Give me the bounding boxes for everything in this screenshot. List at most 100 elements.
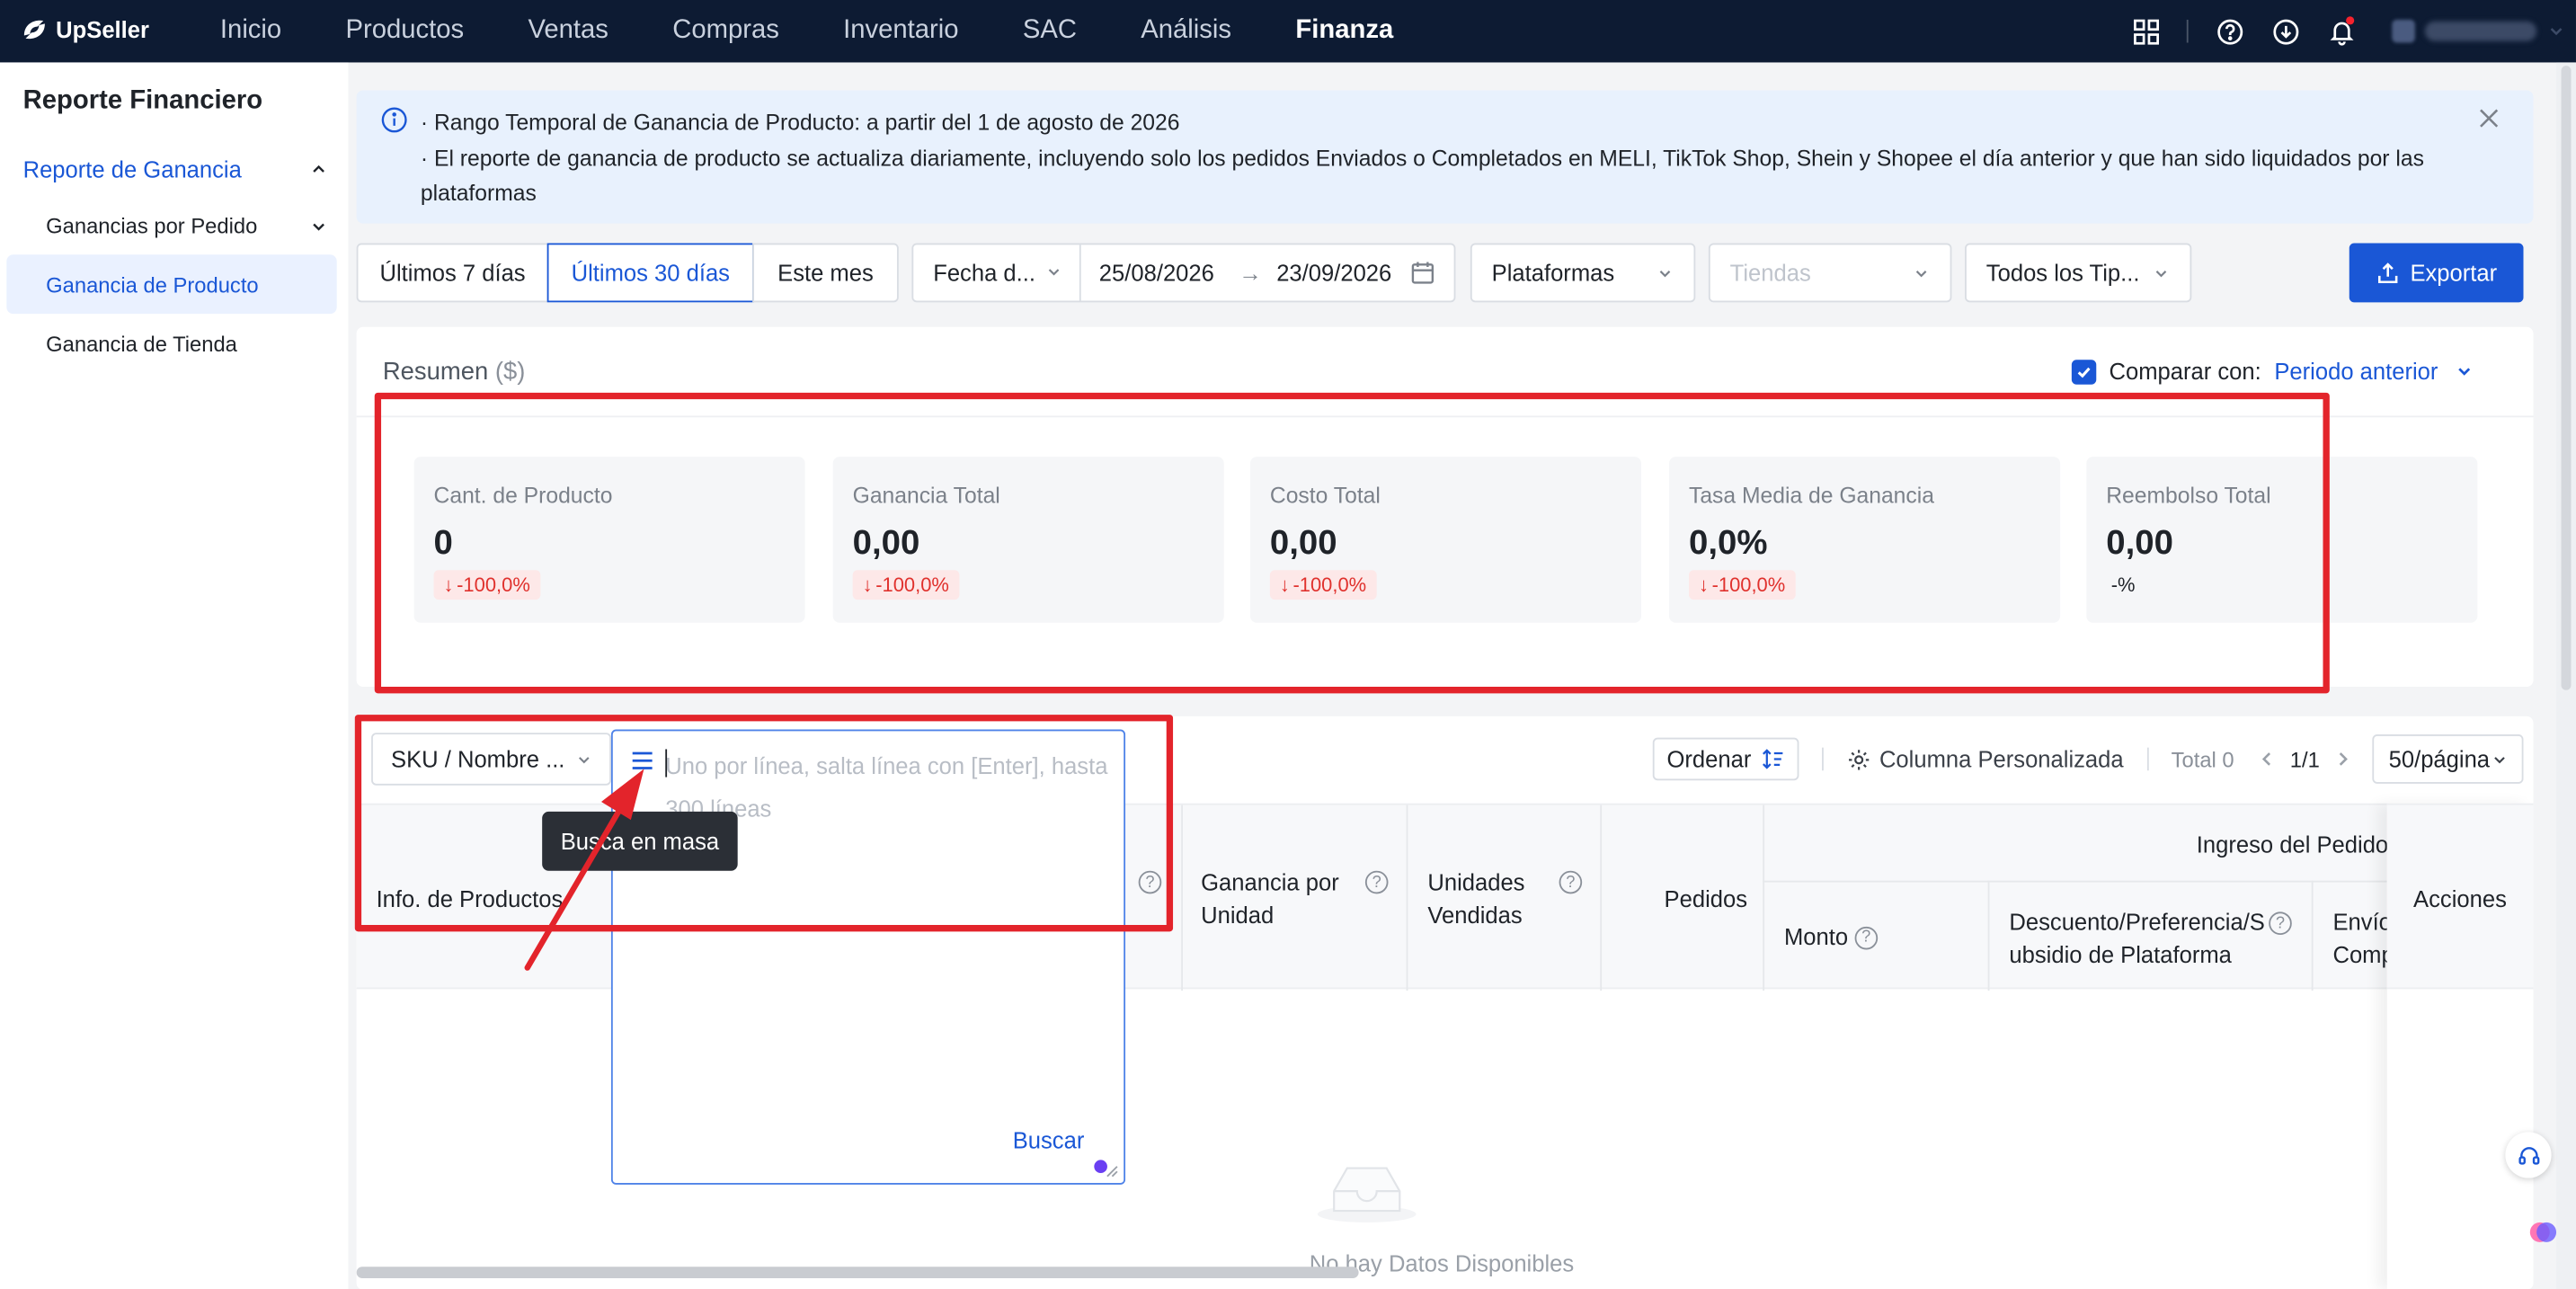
- nav-inventario[interactable]: Inventario: [843, 16, 958, 46]
- stat-change-badge: ↓ -100,0%: [1269, 570, 1377, 600]
- divider: [356, 415, 2534, 418]
- upseller-logo-icon: [23, 20, 45, 40]
- chevron-down-icon: [1659, 271, 1671, 278]
- compare-period-label: Periodo anterior: [2274, 358, 2438, 385]
- ai-assistant-icon: [2529, 1222, 2557, 1242]
- nav-analisis[interactable]: Análisis: [1141, 16, 1231, 46]
- page-scrollbar-thumb[interactable]: [2561, 66, 2572, 690]
- range-this-month-button[interactable]: Este mes: [752, 243, 899, 303]
- user-menu[interactable]: [2379, 0, 2576, 62]
- chevron-left-icon[interactable]: [2257, 749, 2277, 769]
- username-blurred: [2424, 21, 2537, 41]
- search-field-select[interactable]: SKU / Nombre ...: [371, 733, 611, 786]
- help-circle-icon[interactable]: ?: [1854, 927, 1879, 951]
- stat-value: 0,00: [852, 524, 920, 563]
- platforms-select[interactable]: Plataformas: [1470, 243, 1696, 303]
- support-headset-button[interactable]: [2505, 1132, 2552, 1178]
- sidebar: Reporte Financiero Reporte de Ganancia G…: [0, 62, 349, 1289]
- stat-change-badge: -%: [2110, 573, 2136, 597]
- upseller-logo[interactable]: UpSeller: [20, 14, 149, 44]
- date-type-select[interactable]: Fecha d...: [913, 244, 1081, 301]
- close-icon[interactable]: [2477, 107, 2500, 130]
- column-divider: [1600, 805, 1603, 991]
- ai-assistant-button[interactable]: [2522, 1211, 2565, 1254]
- stores-select[interactable]: Tiendas: [1708, 243, 1952, 303]
- main-nav: Inicio Productos Ventas Compras Inventar…: [220, 0, 1458, 62]
- custom-columns-button[interactable]: Columna Personalizada: [1846, 746, 2124, 772]
- arrow-down-icon: ↓: [1279, 573, 1290, 597]
- sidebar-item-ganancia-producto[interactable]: Ganancia de Producto: [6, 254, 337, 315]
- info-icon: [381, 107, 407, 133]
- header-pedidos: Pedidos: [1664, 885, 1748, 912]
- column-divider: [1763, 805, 1765, 991]
- help-icon[interactable]: [2211, 13, 2247, 49]
- export-label: Exportar: [2410, 259, 2498, 287]
- date-range-segmented: Últimos 7 días Últimos 30 días Este mes: [356, 243, 899, 303]
- banner-line-1: · Rango Temporal de Ganancia de Producto…: [420, 110, 1180, 135]
- nav-compras[interactable]: Compras: [672, 16, 779, 46]
- sidebar-item-ganancias-pedido[interactable]: Ganancias por Pedido: [46, 214, 328, 238]
- stat-card-ganancia-total: Ganancia Total 0,00 ↓ -100,0%: [832, 457, 1224, 623]
- stat-label: Reembolso Total: [2106, 483, 2271, 508]
- stat-label: Tasa Media de Ganancia: [1688, 483, 1934, 508]
- chevron-down-icon: [1915, 271, 1927, 278]
- date-to-input[interactable]: 23/09/2026: [1276, 260, 1391, 286]
- headset-icon: [2518, 1146, 2539, 1164]
- chevron-down-icon: [578, 757, 590, 764]
- header-descuento: Descuento/Preferencia/Subsidio de Plataf…: [2009, 908, 2265, 968]
- nav-ventas[interactable]: Ventas: [528, 16, 608, 46]
- stat-card-reembolso-total: Reembolso Total 0,00 -%: [2086, 457, 2478, 623]
- nav-finanza[interactable]: Finanza: [1295, 16, 1393, 46]
- sidebar-group-reporte-ganancia[interactable]: Reporte de Ganancia: [23, 156, 329, 182]
- stat-card-costo-total: Costo Total 0,00 ↓ -100,0%: [1249, 457, 1641, 623]
- stat-change-value: -100,0%: [1711, 573, 1786, 597]
- help-circle-icon[interactable]: ?: [2269, 911, 2292, 936]
- stat-change-badge: ↓ -100,0%: [852, 570, 959, 600]
- compare-control: Comparar con: Periodo anterior: [2071, 358, 2474, 385]
- notification-dot: [2346, 16, 2355, 25]
- nav-inicio[interactable]: Inicio: [220, 16, 281, 46]
- empty-state: No hay Datos Disponibles: [1310, 1151, 1574, 1276]
- compare-period-select[interactable]: Periodo anterior: [2274, 358, 2474, 385]
- sort-label: Ordenar: [1666, 745, 1752, 773]
- horizontal-scrollbar[interactable]: [356, 1267, 1359, 1279]
- platforms-label: Plataformas: [1491, 259, 1615, 287]
- bell-icon[interactable]: [2323, 13, 2359, 49]
- help-circle-icon[interactable]: ?: [1364, 870, 1389, 894]
- stat-change-badge: ↓ -100,0%: [1688, 570, 1796, 600]
- download-icon[interactable]: [2267, 13, 2303, 49]
- stat-card-tasa-media: Tasa Media de Ganancia 0,0% ↓ -100,0%: [1669, 457, 2061, 623]
- range-7-days-button[interactable]: Últimos 7 días: [356, 243, 549, 303]
- chevron-down-icon: [2155, 271, 2167, 278]
- header-ganancia-unidad: Ganancia por Unidad: [1201, 868, 1339, 929]
- resize-handle-icon[interactable]: [1106, 1165, 1119, 1178]
- chevron-right-icon[interactable]: [2332, 749, 2352, 769]
- summary-unit: ($): [494, 358, 526, 387]
- nav-sac[interactable]: SAC: [1023, 16, 1077, 46]
- search-button[interactable]: Buscar: [1013, 1127, 1085, 1153]
- help-circle-icon[interactable]: ?: [1138, 870, 1162, 894]
- sidebar-item-ganancia-tienda[interactable]: Ganancia de Tienda: [6, 314, 336, 373]
- per-page-select[interactable]: 50/página: [2372, 734, 2524, 784]
- sidebar-item-label: Ganancia de Tienda: [46, 331, 237, 356]
- stat-value: 0,00: [1269, 524, 1337, 563]
- types-select[interactable]: Todos los Tip...: [1965, 243, 2192, 303]
- sort-button[interactable]: Ordenar: [1652, 737, 1799, 781]
- stat-value: 0: [433, 524, 453, 563]
- export-button[interactable]: Exportar: [2349, 243, 2524, 303]
- date-range-picker[interactable]: Fecha d... 25/08/2026 → 23/09/2026: [911, 243, 1456, 303]
- range-30-days-button[interactable]: Últimos 30 días: [546, 243, 754, 303]
- bulk-list-icon[interactable]: [629, 748, 655, 774]
- nav-productos[interactable]: Productos: [345, 16, 464, 46]
- column-divider: [1181, 805, 1184, 991]
- banner-line-2: · El reporte de ganancia de producto se …: [420, 145, 2424, 206]
- compare-checkbox[interactable]: [2071, 359, 2096, 384]
- chevron-down-icon: [2494, 757, 2505, 764]
- stat-change-value: -100,0%: [875, 573, 949, 597]
- bulk-search-popover: Buscar: [610, 729, 1126, 1185]
- header-acciones: Acciones: [2413, 885, 2507, 912]
- date-from-input[interactable]: 25/08/2026: [1099, 260, 1214, 286]
- apps-grid-icon[interactable]: [2127, 13, 2163, 49]
- chevron-down-icon: [2550, 28, 2563, 36]
- help-circle-icon[interactable]: ?: [1559, 870, 1583, 894]
